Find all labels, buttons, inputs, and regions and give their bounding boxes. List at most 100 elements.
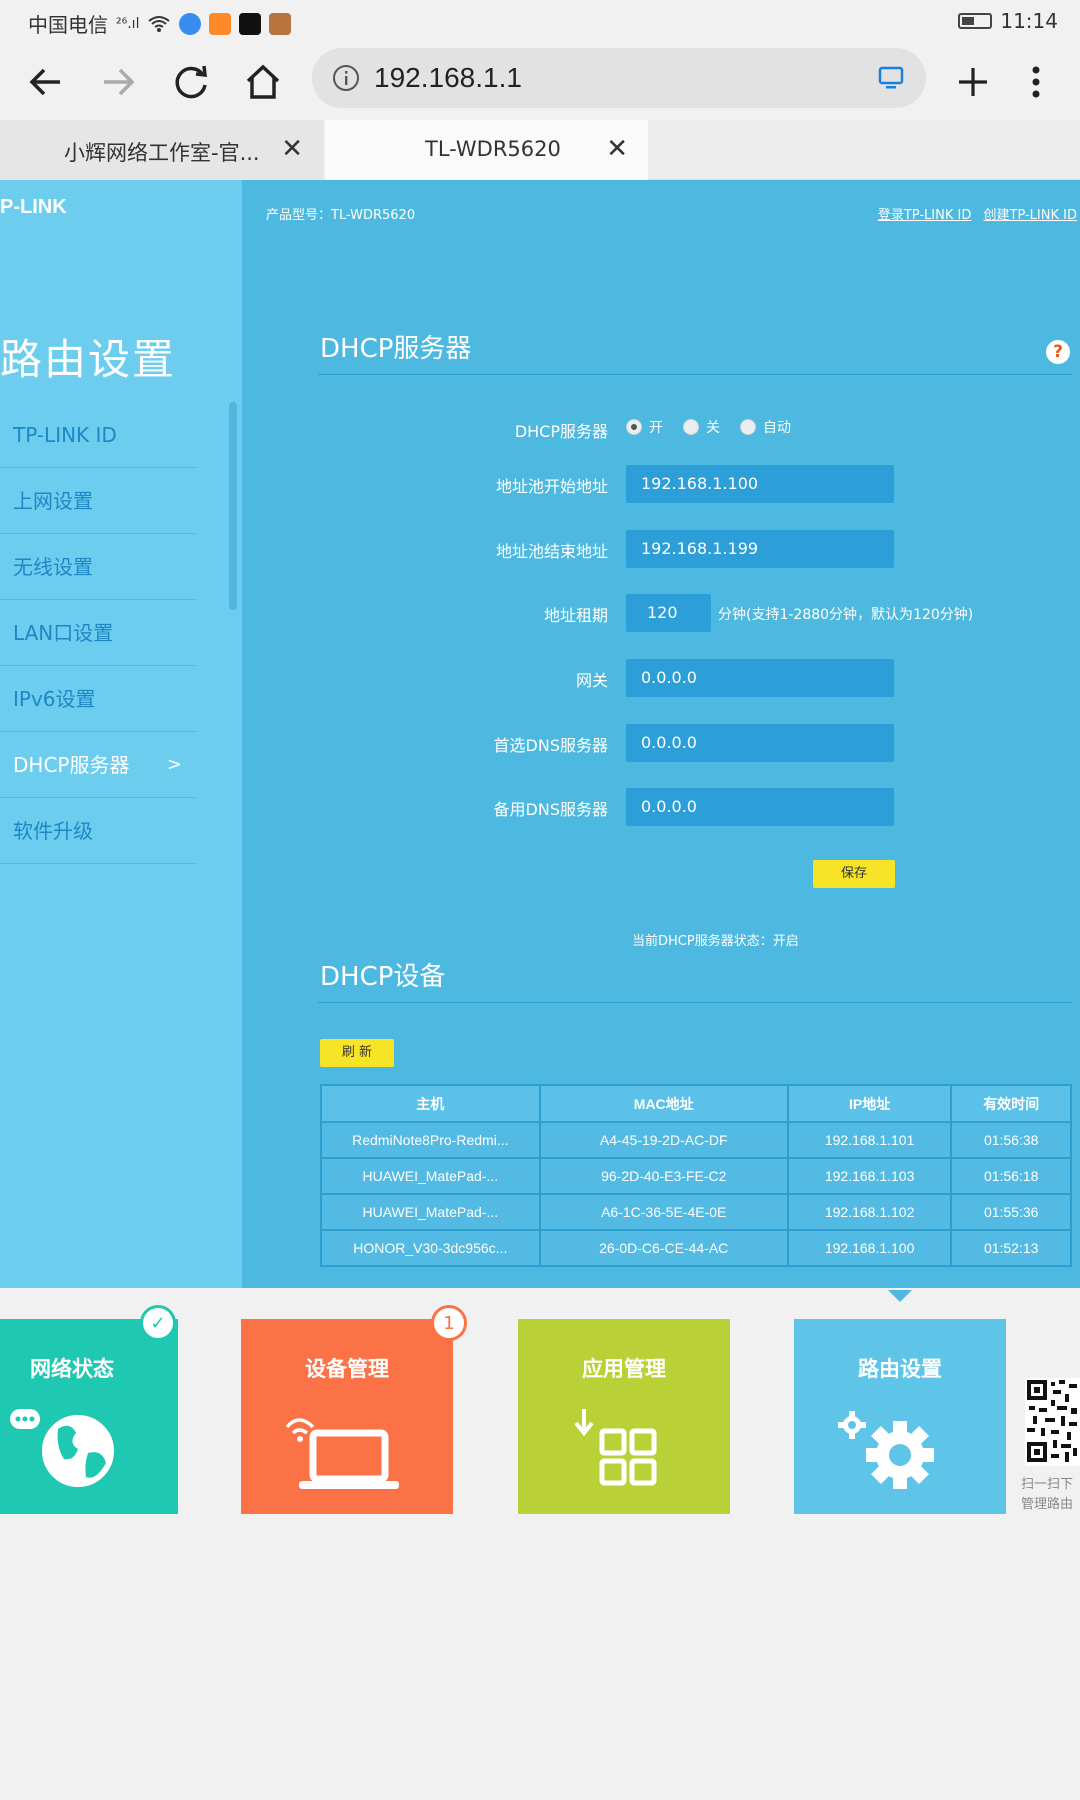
game-app-icon	[269, 12, 292, 35]
sidebar-scrollbar[interactable]	[229, 402, 237, 610]
screen: 中国电信 ²⁶.ıl 11:14 192.168.1.1 小辉网络工作室-官..…	[0, 0, 1080, 1800]
sidebar: P-LINK 路由设置 TP-LINK ID 上网设置 无线设置 LAN口设置 …	[0, 180, 242, 1288]
sidebar-item-ipv6[interactable]: IPv6设置	[0, 666, 196, 732]
address-bar[interactable]: 192.168.1.1	[312, 48, 926, 108]
sidebar-item-internet[interactable]: 上网设置	[0, 468, 196, 534]
sidebar-item-dhcp[interactable]: DHCP服务器 >	[0, 732, 196, 798]
radio-off-label: 关	[706, 420, 720, 436]
radio-off[interactable]	[683, 419, 699, 435]
pool-start-input[interactable]: 192.168.1.100	[626, 465, 894, 503]
chevron-right-icon: >	[166, 754, 182, 775]
sidebar-item-label: IPv6设置	[13, 687, 96, 711]
column-header: IP地址	[786, 1084, 953, 1123]
pool-start-row: 地址池开始地址 192.168.1.100	[320, 465, 1080, 503]
sidebar-title: 路由设置	[0, 335, 177, 384]
lease-time-cell: 01:55:36	[950, 1193, 1072, 1231]
column-header: 主机	[320, 1084, 541, 1123]
dhcp-device-table: 主机 MAC地址 IP地址 有效时间 RedmiNote8Pro-Redmi..…	[320, 1084, 1072, 1267]
card-router-settings[interactable]: 路由设置	[794, 1319, 1006, 1514]
top-links: 登录TP-LINK ID 创建TP-LINK ID	[870, 204, 1077, 223]
pool-end-row: 地址池结束地址 192.168.1.199	[320, 530, 1080, 568]
ip-cell: 192.168.1.100	[786, 1229, 953, 1267]
tab-xiaohui[interactable]: 小辉网络工作室-官... ✕	[0, 120, 323, 180]
table-row: HUAWEI_MatePad-... A6-1C-36-5E-4E-0E 192…	[320, 1193, 1072, 1231]
table-row: HONOR_V30-3dc956c... 26-0D-C6-CE-44-AC 1…	[320, 1229, 1072, 1267]
sidebar-nav: TP-LINK ID 上网设置 无线设置 LAN口设置 IPv6设置 DHCP服…	[0, 402, 196, 864]
save-button[interactable]: 保存	[813, 860, 895, 888]
host-cell: HONOR_V30-3dc956c...	[320, 1229, 541, 1267]
back-button[interactable]	[18, 54, 74, 110]
dhcp-server-title: DHCP服务器	[320, 334, 472, 364]
card-app-management[interactable]: 应用管理	[518, 1319, 730, 1514]
card-title: 应用管理	[582, 1357, 666, 1381]
dhcp-server-label: DHCP服务器	[514, 422, 608, 441]
card-title: 路由设置	[858, 1357, 942, 1381]
radio-auto-label: 自动	[763, 420, 791, 436]
reload-icon	[175, 65, 207, 99]
dns1-row: 首选DNS服务器 0.0.0.0	[320, 724, 1080, 762]
gateway-label: 网关	[575, 671, 608, 690]
card-network-status[interactable]: 网络状态 ✓	[0, 1305, 178, 1514]
radio-auto[interactable]	[740, 419, 756, 435]
table-header-row: 主机 MAC地址 IP地址 有效时间	[320, 1084, 1072, 1123]
qr-caption-line: 扫一扫下	[1021, 1477, 1074, 1492]
tab-label: 小辉网络工作室-官...	[64, 141, 260, 165]
battery-icon	[958, 13, 993, 29]
dns2-row: 备用DNS服务器 0.0.0.0	[320, 788, 1080, 826]
help-icon[interactable]: ?	[1046, 340, 1070, 364]
status-bar: 中国电信 ²⁶.ıl 11:14	[0, 0, 1080, 44]
sidebar-item-wireless[interactable]: 无线设置	[0, 534, 196, 600]
close-icon[interactable]: ✕	[281, 134, 303, 164]
forward-button[interactable]	[90, 54, 146, 110]
radio-on[interactable]	[626, 419, 642, 435]
sidebar-item-upgrade[interactable]: 软件升级	[0, 798, 196, 864]
close-icon[interactable]: ✕	[606, 134, 628, 164]
pool-end-input[interactable]: 192.168.1.199	[626, 530, 894, 568]
sidebar-item-lan[interactable]: LAN口设置	[0, 600, 196, 666]
reload-button[interactable]	[163, 54, 219, 110]
dns1-input[interactable]: 0.0.0.0	[626, 724, 894, 762]
lease-time-cell: 01:52:13	[950, 1229, 1072, 1267]
carrier-label: 中国电信	[28, 13, 108, 37]
card-title: 网络状态	[30, 1357, 114, 1381]
notification-badge: 1	[431, 1305, 467, 1341]
sidebar-item-tplink-id[interactable]: TP-LINK ID	[0, 402, 196, 468]
apps-grid-icon	[574, 1409, 657, 1486]
column-header: 有效时间	[950, 1084, 1072, 1123]
dhcp-devices-title: DHCP设备	[320, 962, 446, 992]
status-left: 中国电信 ²⁶.ıl	[28, 9, 292, 38]
refresh-button[interactable]: 刷 新	[320, 1039, 394, 1067]
lease-row: 地址租期 120 分钟(支持1-2880分钟，默认为120分钟)	[320, 594, 1080, 632]
qr-code-image	[1025, 1378, 1080, 1466]
create-tplink-id-link[interactable]: 创建TP-LINK ID	[984, 208, 1078, 223]
lease-input[interactable]: 120	[626, 594, 711, 632]
forward-arrow-icon	[104, 68, 135, 96]
sidebar-item-label: DHCP服务器	[13, 753, 130, 777]
host-cell: HUAWEI_MatePad-...	[320, 1193, 541, 1231]
new-tab-button[interactable]	[945, 54, 1001, 110]
pool-end-label: 地址池结束地址	[495, 542, 608, 561]
ip-cell: 192.168.1.103	[786, 1157, 953, 1195]
card-device-management[interactable]: 设备管理 1	[241, 1305, 467, 1514]
wifi-icon	[148, 15, 171, 32]
signal-icon: ²⁶.ıl	[116, 15, 140, 32]
status-right: 11:14	[958, 9, 1058, 33]
laptop-icon	[285, 1418, 399, 1489]
gateway-input[interactable]: 0.0.0.0	[626, 659, 894, 697]
dns2-label: 备用DNS服务器	[493, 800, 608, 819]
info-icon[interactable]	[332, 64, 360, 92]
login-tplink-id-link[interactable]: 登录TP-LINK ID	[878, 208, 972, 223]
dns2-input[interactable]: 0.0.0.0	[626, 788, 894, 826]
mac-cell: 26-0D-C6-CE-44-AC	[538, 1229, 789, 1267]
menu-button[interactable]	[1008, 54, 1064, 110]
tab-router[interactable]: TL-WDR5620 ✕	[325, 120, 648, 180]
browser-toolbar: 192.168.1.1	[0, 44, 1080, 120]
router-page: P-LINK 路由设置 TP-LINK ID 上网设置 无线设置 LAN口设置 …	[0, 180, 1080, 1288]
home-button[interactable]	[235, 54, 291, 110]
divider	[318, 1002, 1072, 1003]
desktop-mode-icon[interactable]	[878, 66, 904, 90]
tab-strip: 小辉网络工作室-官... ✕ TL-WDR5620 ✕	[0, 120, 1080, 180]
lease-time-cell: 01:56:18	[950, 1157, 1072, 1195]
dhcp-mode-radios: 开 关 自动	[626, 417, 811, 437]
lease-hint: 分钟(支持1-2880分钟，默认为120分钟)	[718, 607, 974, 623]
